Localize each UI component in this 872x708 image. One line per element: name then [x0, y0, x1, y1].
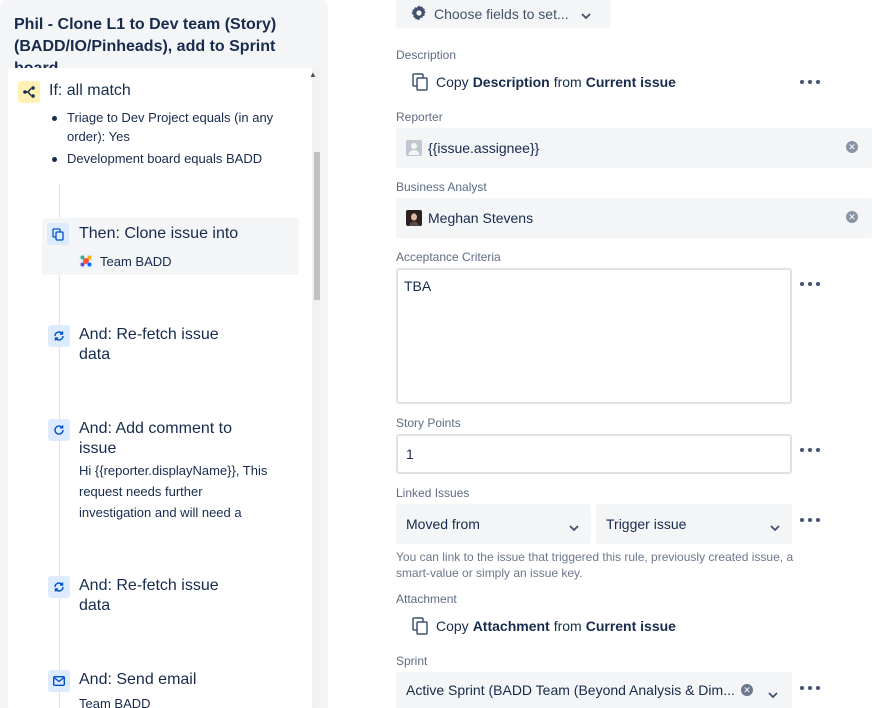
story-points-label: Story Points — [396, 416, 461, 430]
attachment-copy-setting[interactable]: Copy Attachment from Current issue — [412, 616, 676, 636]
sprint-select[interactable]: Active Sprint (BADD Team (Beyond Analysi… — [396, 672, 792, 708]
linked-issues-label: Linked Issues — [396, 486, 470, 500]
email-action-title: And: Send email — [79, 671, 197, 688]
copied-field-name: Description — [472, 74, 550, 90]
link-type-value: Moved from — [406, 516, 480, 532]
sprint-label: Sprint — [396, 654, 428, 668]
team-project-icon — [79, 254, 93, 268]
comment-preview-line: Hi {{reporter.displayName}}, This — [79, 463, 268, 478]
acceptance-criteria-label: Acceptance Criteria — [396, 250, 501, 264]
comment-icon — [48, 419, 70, 441]
email-icon — [48, 670, 70, 692]
scrollbar-thumb[interactable] — [314, 152, 320, 300]
chevron-down-icon — [770, 518, 780, 534]
chevron-down-icon — [569, 518, 579, 534]
business-analyst-value: Meghan Stevens — [428, 210, 534, 226]
copy-word: Copy — [436, 74, 469, 90]
refresh-icon — [48, 325, 70, 347]
chevron-down-icon — [581, 6, 591, 22]
from-word: from — [553, 618, 582, 634]
condition-title: If: all match — [49, 82, 131, 99]
business-analyst-select[interactable]: Meghan Stevens ✕ — [396, 198, 872, 238]
sprint-more-menu[interactable] — [800, 681, 820, 695]
copy-icon — [412, 73, 428, 91]
clone-action-component[interactable]: Then: Clone issue into Team BADD — [42, 218, 299, 275]
business-analyst-label: Business Analyst — [396, 180, 487, 194]
acceptance-criteria-more-menu[interactable] — [800, 277, 820, 291]
rule-flow-panel: Phil - Clone L1 to Dev team (Story) (BAD… — [0, 0, 328, 708]
linked-issues-helper-text: You can link to the issue that triggered… — [396, 550, 794, 580]
sprint-value: Active Sprint (BADD Team (Beyond Analysi… — [406, 682, 735, 698]
clear-icon[interactable]: ✕ — [846, 211, 858, 223]
copy-source: Current issue — [585, 618, 676, 634]
clone-icon — [47, 223, 69, 245]
user-avatar-icon — [406, 140, 422, 156]
refetch-action-title: And: Re-fetch issue — [79, 326, 219, 343]
link-target-value: Trigger issue — [606, 516, 687, 532]
link-target-select[interactable]: Trigger issue — [596, 504, 792, 544]
story-points-input[interactable]: 1 — [396, 434, 792, 474]
link-type-select[interactable]: Moved from — [396, 504, 591, 544]
choose-fields-button[interactable]: Choose fields to set... — [396, 0, 611, 28]
condition-list: Triage to Dev Project equals (in any ord… — [50, 108, 300, 171]
branch-icon — [18, 81, 40, 103]
clear-icon[interactable]: ✕ — [846, 141, 858, 153]
choose-fields-label: Choose fields to set... — [434, 6, 569, 22]
scroll-up-arrow-icon[interactable]: ▲ — [308, 70, 318, 79]
from-word: from — [553, 74, 582, 90]
description-label: Description — [396, 48, 457, 62]
attachment-label: Attachment — [396, 592, 457, 606]
condition-item: Development board equals BADD — [50, 149, 300, 168]
comment-action-title: And: Add comment to — [79, 420, 232, 437]
refetch-action-title: And: Re-fetch issue — [79, 577, 219, 594]
copy-word: Copy — [436, 618, 469, 634]
copy-source: Current issue — [585, 74, 676, 90]
rule-flow-list[interactable]: ▲ If: all match Triage to Dev Project eq… — [8, 68, 320, 708]
story-points-more-menu[interactable] — [800, 443, 820, 457]
reporter-value: {{issue.assignee}} — [428, 140, 540, 156]
avatar — [406, 210, 422, 226]
copy-icon — [412, 617, 428, 635]
refetch-action-title-cont: data — [79, 597, 111, 614]
acceptance-criteria-textarea[interactable]: TBA — [396, 268, 792, 404]
clear-icon[interactable]: ✕ — [741, 684, 753, 696]
refetch-action-title-cont: data — [79, 346, 111, 363]
description-copy-setting[interactable]: Copy Description from Current issue — [412, 72, 676, 92]
refresh-icon — [48, 576, 70, 598]
chevron-down-icon — [768, 685, 778, 701]
description-more-menu[interactable] — [800, 75, 820, 89]
gear-icon — [410, 4, 428, 25]
copied-field-name: Attachment — [472, 618, 550, 634]
comment-action-title-cont: issue — [79, 440, 117, 457]
linked-issues-more-menu[interactable] — [800, 513, 820, 527]
clone-action-title: Then: Clone issue into — [79, 225, 239, 242]
comment-preview-line: investigation and will need a — [79, 505, 242, 520]
clone-target-project: Team BADD — [100, 254, 172, 269]
condition-item: Triage to Dev Project equals (in any ord… — [50, 108, 300, 146]
email-recipient: Team BADD — [79, 696, 151, 708]
reporter-select[interactable]: {{issue.assignee}} ✕ — [396, 128, 872, 168]
reporter-label: Reporter — [396, 110, 443, 124]
comment-preview-line: request needs further — [79, 484, 203, 499]
